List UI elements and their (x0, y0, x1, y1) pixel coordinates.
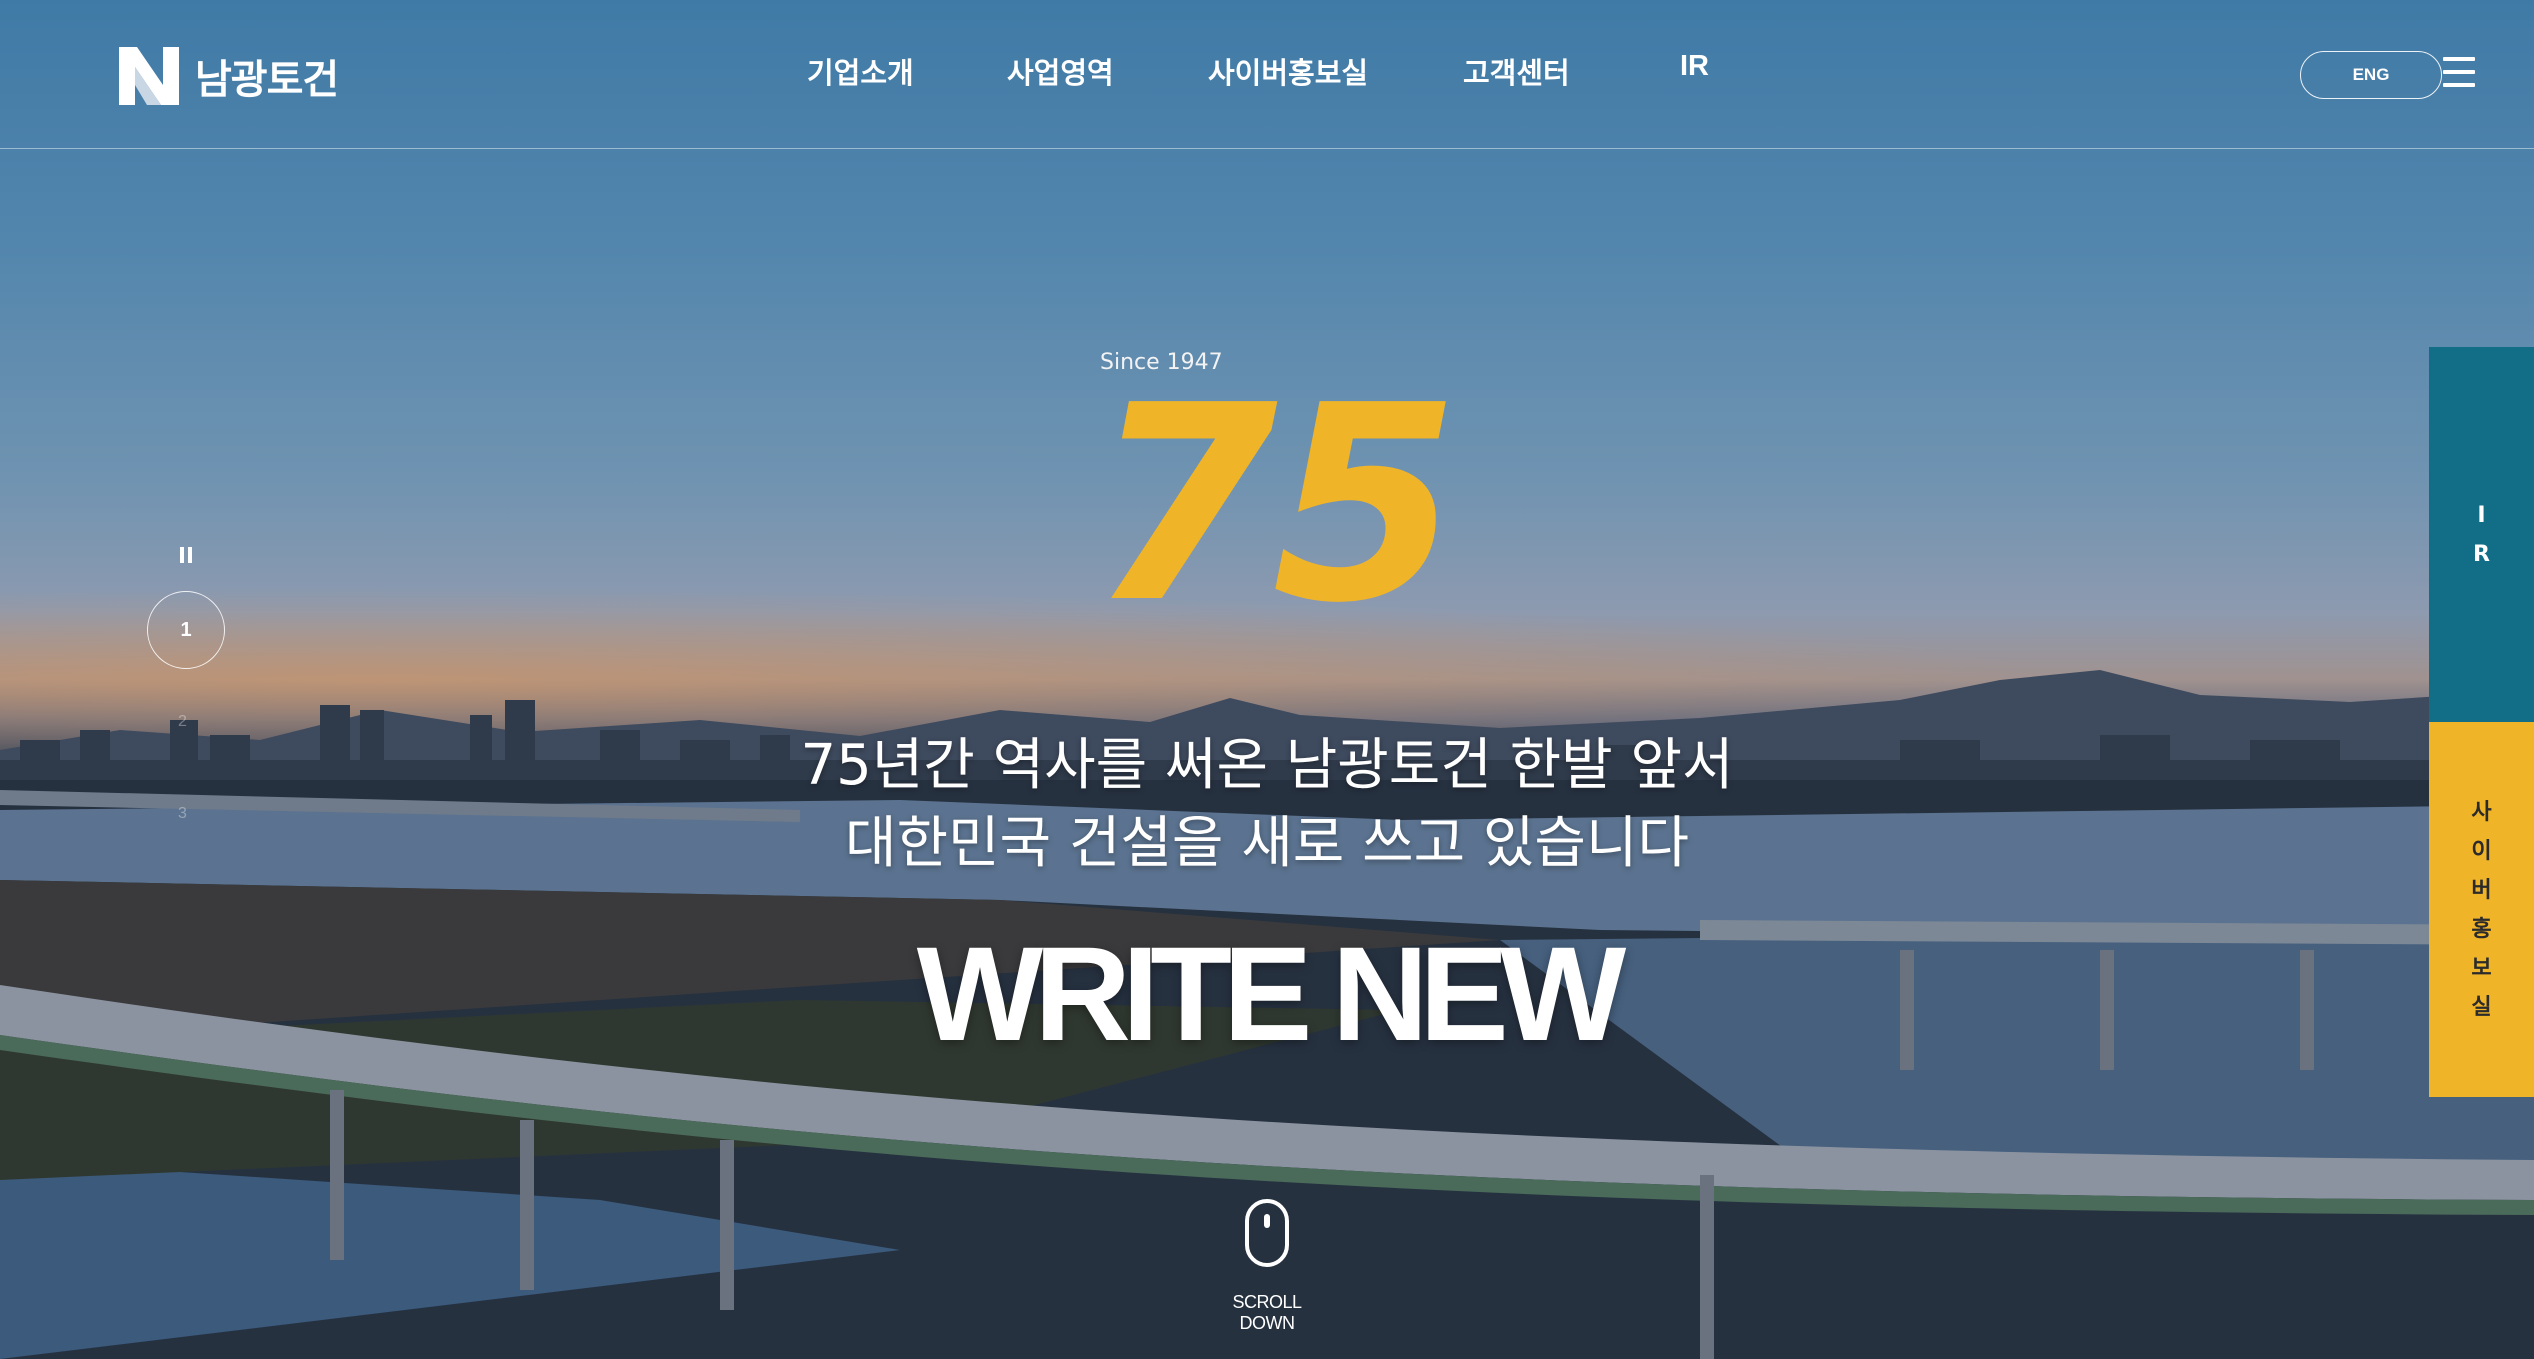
background-photo (0, 0, 2534, 1359)
slide-page-current[interactable]: 1 (147, 591, 225, 669)
side-tab-cyber-char: 실 (2471, 994, 2492, 1020)
scroll-down-label: SCROLL DOWN (1232, 1292, 1302, 1333)
highway-bridge (0, 790, 2534, 1359)
side-tab-cyber-pr[interactable]: 사 이 버 홍 보 실 (2429, 722, 2534, 1097)
hero-tagline: 75년간 역사를 써온 남광토건 한발 앞서 대한민국 건설을 새로 쓰고 있습… (0, 727, 2534, 883)
mouse-icon (1245, 1199, 1289, 1267)
side-tab-cyber-char: 보 (2471, 955, 2492, 981)
side-tab-ir-char: R (2473, 541, 2490, 567)
language-english-button[interactable]: ENG (2300, 51, 2442, 99)
hero-stage: 남광토건 기업소개 사업영역 사이버홍보실 고객센터 IR ENG 1 2 3 … (0, 0, 2534, 1359)
side-tab-cyber-char: 버 (2471, 877, 2492, 903)
main-nav: 기업소개 사업영역 사이버홍보실 고객센터 IR (0, 50, 2534, 100)
tagline-line-1: 75년간 역사를 써온 남광토건 한발 앞서 (800, 733, 1734, 798)
hamburger-menu-icon[interactable] (2443, 57, 2475, 91)
nav-item-business[interactable]: 사업영역 (1007, 50, 1114, 92)
site-header: 남광토건 기업소개 사업영역 사이버홍보실 고객센터 IR ENG (0, 0, 2534, 149)
scroll-down-indicator[interactable]: SCROLL DOWN (1207, 1198, 1327, 1334)
years-number: 75 (1090, 347, 1460, 662)
side-tab-cyber-char: 이 (2471, 838, 2492, 864)
side-tab-cyber-char: 사 (2471, 799, 2492, 825)
pause-icon[interactable] (180, 547, 194, 563)
side-tab-ir-char: I (2477, 502, 2486, 528)
side-tab-cyber-char: 홍 (2471, 916, 2492, 942)
side-tab-ir[interactable]: I R (2429, 347, 2534, 722)
tagline-line-2: 대한민국 건설을 새로 쓰고 있습니다 (844, 811, 1689, 876)
nav-item-customer-center[interactable]: 고객센터 (1463, 50, 1570, 92)
nav-item-pr-center[interactable]: 사이버홍보실 (1208, 50, 1368, 92)
nav-item-ir[interactable]: IR (1680, 50, 1709, 83)
nav-item-about[interactable]: 기업소개 (807, 50, 914, 92)
hero-headline: WRITE NEW (916, 920, 1627, 1069)
